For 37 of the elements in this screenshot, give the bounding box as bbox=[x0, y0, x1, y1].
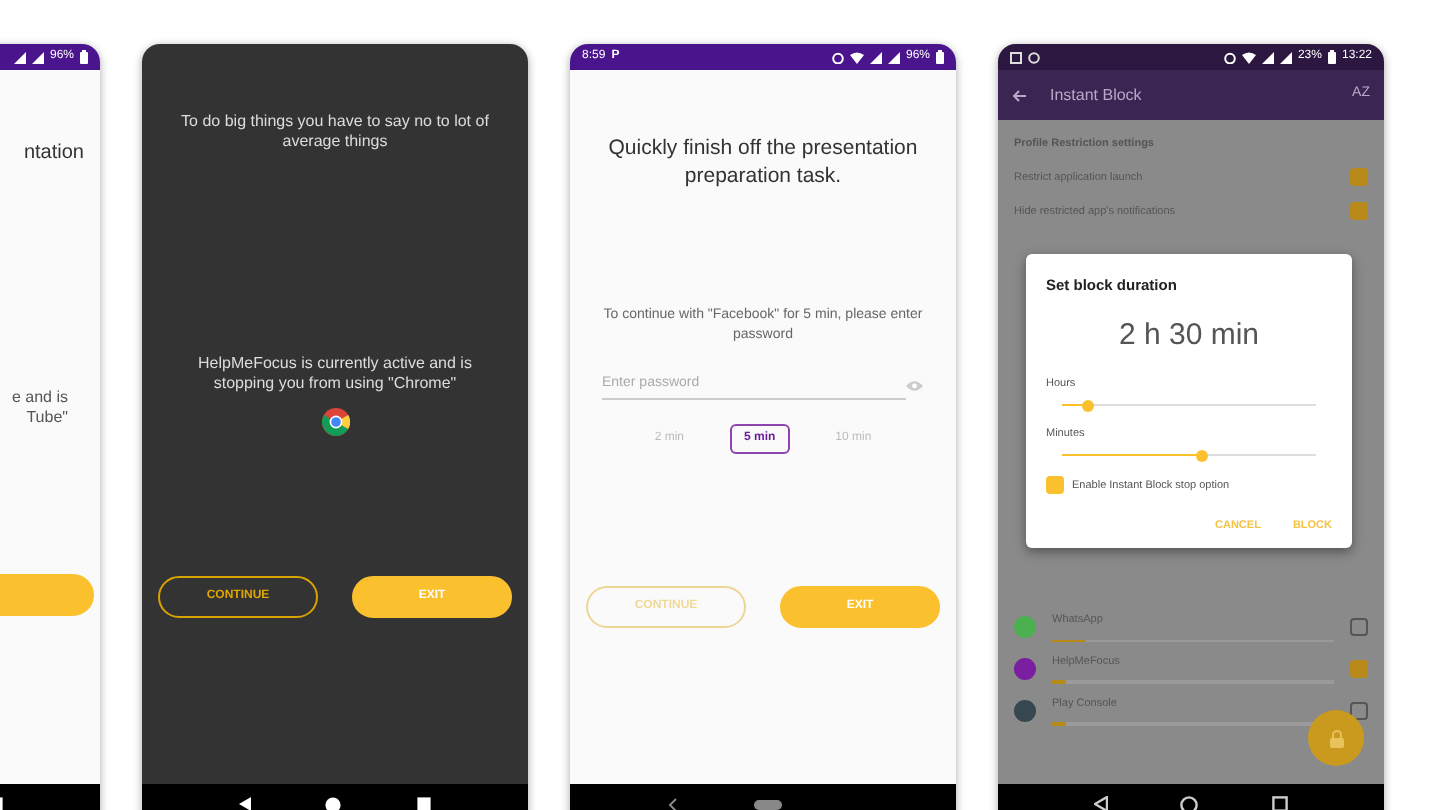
wifi-icon bbox=[849, 51, 864, 63]
battery-icon bbox=[1327, 50, 1336, 64]
home-icon[interactable] bbox=[324, 795, 343, 810]
lock-icon bbox=[1329, 729, 1343, 747]
title-text: ntation bbox=[21, 140, 86, 168]
alarm-icon bbox=[831, 51, 844, 63]
battery-icon bbox=[936, 50, 944, 64]
slider-thumb[interactable] bbox=[1081, 399, 1094, 411]
message-text: e and is bbox=[9, 388, 68, 409]
back-icon[interactable] bbox=[668, 797, 678, 810]
lock-button[interactable] bbox=[1308, 710, 1364, 766]
quote-text: To do big things you have to say no to lot of average things bbox=[179, 112, 491, 154]
recents-icon[interactable] bbox=[1271, 796, 1288, 810]
checkbox[interactable] bbox=[1350, 659, 1368, 678]
slider-thumb[interactable] bbox=[1195, 449, 1208, 462]
message-text: HelpMeFocus is currently active and is stopping you from using "Chrome" bbox=[196, 353, 474, 396]
checkbox[interactable] bbox=[1350, 618, 1368, 637]
browser-logo-icon bbox=[321, 407, 349, 436]
back-icon[interactable] bbox=[1094, 796, 1109, 810]
checkbox[interactable] bbox=[1350, 168, 1368, 187]
home-icon[interactable] bbox=[1180, 795, 1199, 810]
battery-icon bbox=[80, 50, 88, 64]
task-text: Quickly finish off the presentation preparation task. bbox=[606, 136, 920, 191]
checkbox[interactable] bbox=[1046, 476, 1064, 495]
screen-title: Instant Block bbox=[1050, 83, 1142, 107]
image-icon bbox=[1010, 51, 1022, 63]
alarm-icon bbox=[1223, 51, 1236, 63]
wifi-icon bbox=[1241, 51, 1256, 63]
home-icon[interactable] bbox=[754, 799, 782, 809]
message-text: Tube" bbox=[24, 408, 68, 430]
checkbox[interactable] bbox=[1350, 202, 1368, 221]
back-icon[interactable] bbox=[238, 796, 253, 810]
circle-icon bbox=[1028, 51, 1040, 63]
back-arrow-icon[interactable] bbox=[1012, 89, 1026, 101]
eye-icon[interactable] bbox=[906, 379, 924, 392]
duration-text: 2 h 30 min bbox=[1116, 316, 1262, 357]
recents-icon[interactable] bbox=[415, 796, 432, 810]
